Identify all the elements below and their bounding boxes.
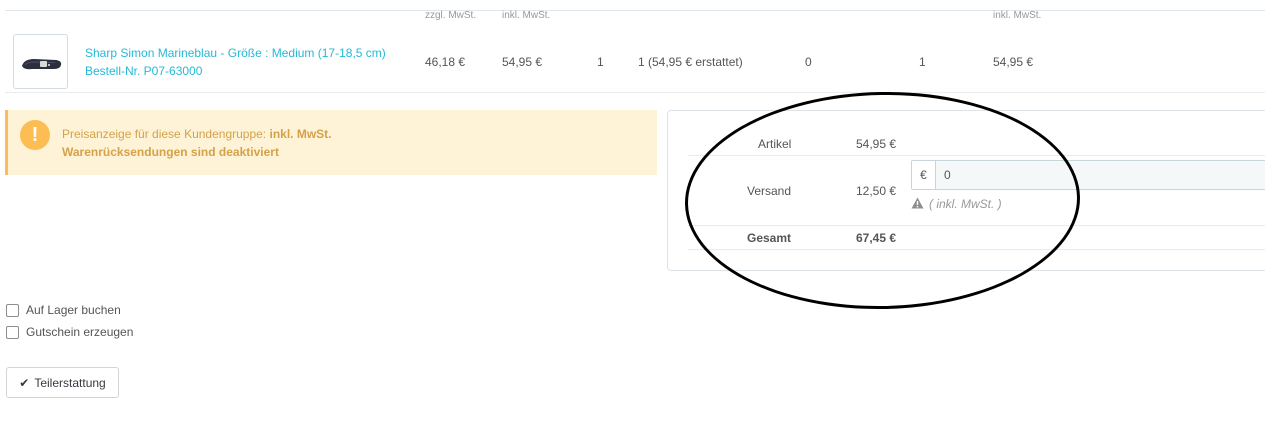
shipping-refund-input[interactable] <box>944 161 1244 189</box>
cell-quantity: 1 <box>597 55 604 69</box>
voucher-label: Gutschein erzeugen <box>26 325 134 339</box>
summary-divider <box>688 155 1265 156</box>
currency-addon: € <box>912 161 936 189</box>
restock-option[interactable]: Auf Lager buchen <box>6 303 121 317</box>
summary-total-value: 67,45 € <box>856 231 897 245</box>
header-price-incl: inkl. MwSt. <box>502 10 551 21</box>
product-name-link[interactable]: Sharp Simon Marineblau - Größe : Medium … <box>85 46 386 60</box>
price-display-alert: ! Preisanzeige für diese Kundengruppe: i… <box>5 110 657 175</box>
alert-line1-strong: inkl. MwSt. <box>269 127 332 141</box>
partial-refund-label: Teilerstattung <box>34 375 106 390</box>
cell-total: 54,95 € <box>993 55 1034 69</box>
cell-price-incl: 54,95 € <box>502 55 543 69</box>
summary-divider <box>688 249 1265 250</box>
table-header-divider <box>5 10 1265 11</box>
alert-line1-prefix: Preisanzeige für diese Kundengruppe: <box>62 127 270 141</box>
shipping-tax-note: ( inkl. MwSt. ) <box>911 197 1002 211</box>
partial-refund-button[interactable]: ✔ Teilerstattung <box>6 367 119 398</box>
header-total-incl: inkl. MwSt. <box>993 10 1042 21</box>
alert-line-price-display: Preisanzeige für diese Kundengruppe: ink… <box>62 127 332 141</box>
product-reference-link[interactable]: Bestell-Nr. P07-63000 <box>85 64 202 78</box>
summary-articles-value: 54,95 € <box>856 137 897 151</box>
cell-qty-refund: 1 <box>919 55 926 69</box>
header-price-excl: zzgl. MwSt. <box>425 10 477 21</box>
summary-total-label: Gesamt <box>747 231 792 245</box>
warning-triangle-icon <box>911 197 924 209</box>
bracelet-image-icon <box>22 59 62 70</box>
cell-refunded: 1 (54,95 € erstattet) <box>638 55 743 69</box>
exclamation-icon: ! <box>20 120 50 150</box>
restock-label: Auf Lager buchen <box>26 303 121 317</box>
table-row-divider <box>5 92 1265 93</box>
cell-returned: 0 <box>805 55 812 69</box>
product-thumbnail[interactable] <box>13 34 68 89</box>
cell-price-excl: 46,18 € <box>425 55 466 69</box>
shipping-refund-field[interactable]: € <box>911 160 1265 190</box>
voucher-checkbox[interactable] <box>6 325 19 339</box>
check-icon: ✔ <box>19 375 30 390</box>
summary-shipping-value: 12,50 € <box>856 184 897 198</box>
alert-line-returns-disabled: Warenrücksendungen sind deaktiviert <box>62 145 279 159</box>
summary-articles-label: Artikel <box>758 137 792 151</box>
restock-checkbox[interactable] <box>6 303 19 317</box>
summary-divider <box>688 225 1265 226</box>
summary-shipping-label: Versand <box>747 184 792 198</box>
voucher-option[interactable]: Gutschein erzeugen <box>6 325 133 339</box>
shipping-tax-note-text: ( inkl. MwSt. ) <box>929 197 1002 211</box>
